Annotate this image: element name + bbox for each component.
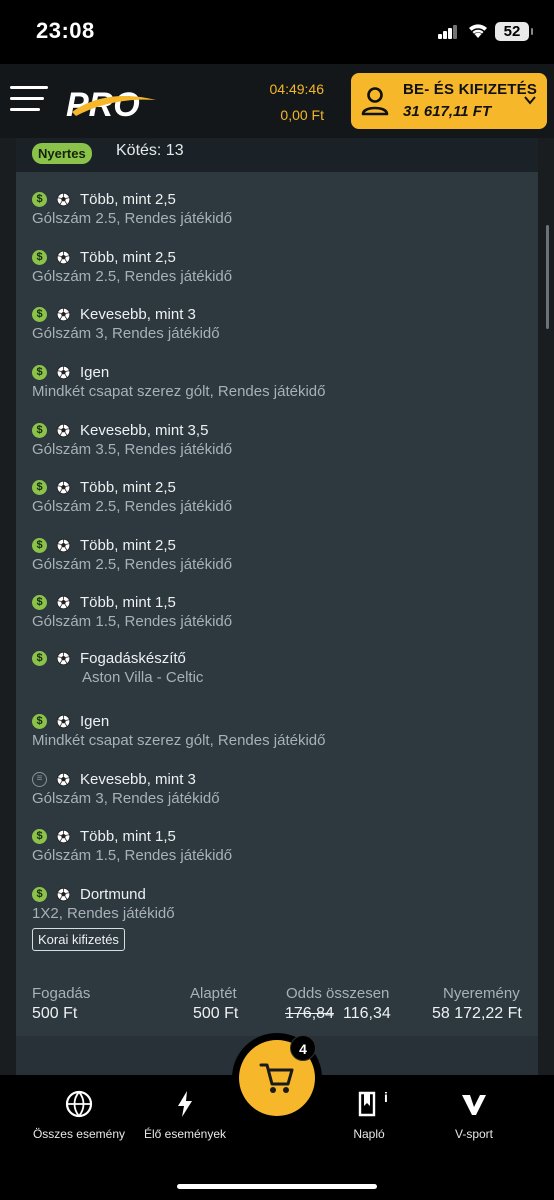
- cart-count-badge: 4: [290, 1035, 316, 1061]
- won-status-icon: $: [32, 887, 47, 902]
- bet-id: Kötés: 13: [116, 142, 184, 159]
- won-status-icon: $: [32, 365, 47, 380]
- selection-name: Kevesebb, mint 3: [80, 771, 196, 788]
- soccer-ball-icon: [56, 829, 71, 844]
- won-status-icon: $: [32, 423, 47, 438]
- soccer-ball-icon: [56, 250, 71, 265]
- won-status-icon: $: [32, 829, 47, 844]
- vsport-icon: [462, 1095, 486, 1115]
- battery-indicator: 52: [495, 22, 533, 41]
- chevron-down-icon: [524, 96, 536, 105]
- won-status-icon: $: [32, 307, 47, 322]
- selection-name: Kevesebb, mint 3: [80, 306, 196, 323]
- soccer-ball-icon: [56, 772, 71, 787]
- soccer-ball-icon: [56, 423, 71, 438]
- home-indicator[interactable]: [177, 1184, 377, 1189]
- lightning-icon: [178, 1091, 192, 1117]
- selection-name: Több, mint 1,5: [80, 828, 176, 845]
- won-status-icon: $: [32, 480, 47, 495]
- cart-icon: [259, 1063, 294, 1093]
- nav-journal[interactable]: i Napló: [314, 1085, 424, 1145]
- selection-market: Gólszám 3, Rendes játékidő: [32, 325, 220, 342]
- won-status-icon: $: [32, 250, 47, 265]
- selection-name: Igen: [80, 713, 110, 730]
- soccer-ball-icon: [56, 595, 71, 610]
- won-status-icon: $: [32, 714, 47, 729]
- status-badge: Nyertes: [32, 143, 92, 164]
- nav-live-events[interactable]: Élő események: [130, 1085, 240, 1145]
- nav-vsport-label: V-sport: [454, 1127, 493, 1141]
- balance-value: 0,00 Ft: [280, 107, 324, 123]
- status-bar: 23:08 52: [0, 0, 554, 64]
- scrollbar[interactable]: [546, 225, 549, 329]
- deposit-label: BE- ÉS KIFIZETÉS: [403, 81, 538, 98]
- selection-market: Aston Villa - Celtic: [82, 669, 204, 686]
- winnings-label: Nyeremény: [443, 985, 520, 1002]
- sports-ball-icon: [65, 1090, 93, 1118]
- base-stake-label: Alaptét: [190, 985, 237, 1002]
- selection-market: Gólszám 2.5, Rendes játékidő: [32, 498, 233, 515]
- selection-market: Gólszám 3.5, Rendes játékidő: [32, 441, 233, 458]
- nav-journal-label: Napló: [353, 1127, 385, 1141]
- selection-market: Mindkét csapat szerez gólt, Rendes játék…: [32, 732, 326, 749]
- soccer-ball-icon: [56, 365, 71, 380]
- bet-card: Nyertes Kötés: 13 $ Több, mint 2,5 Gólszám…: [16, 138, 538, 1078]
- selection-name: Kevesebb, mint 3,5: [80, 422, 209, 439]
- cashout-button[interactable]: Korai kifizetés: [32, 928, 125, 951]
- won-status-icon: $: [32, 192, 47, 207]
- winnings-value: 58 172,22 Ft: [432, 1005, 522, 1022]
- selection-market: Gólszám 2.5, Rendes játékidő: [32, 556, 233, 573]
- soccer-ball-icon: [56, 887, 71, 902]
- won-status-icon: $: [32, 595, 47, 610]
- selection-name: Több, mint 2,5: [80, 479, 176, 496]
- nav-vsport[interactable]: V-sport: [419, 1085, 529, 1145]
- total-odds-label: Odds összesen: [286, 985, 390, 1002]
- selection-market: 1X2, Rendes játékidő: [32, 905, 175, 922]
- selection-name: Több, mint 2,5: [80, 191, 176, 208]
- stake-value: 500 Ft: [32, 1005, 78, 1022]
- selection-name: Több, mint 2,5: [80, 537, 176, 554]
- selection-market: Mindkét csapat szerez gólt, Rendes játék…: [32, 383, 326, 400]
- session-timer: 04:49:46: [269, 81, 325, 97]
- selection-name: Dortmund: [80, 886, 146, 903]
- selection-market: Gólszám 3, Rendes játékidő: [32, 790, 220, 807]
- soccer-ball-icon: [56, 192, 71, 207]
- deposit-amount: 31 617,11 FT: [403, 103, 492, 120]
- stake-label: Fogadás: [32, 985, 91, 1002]
- soccer-ball-icon: [56, 714, 71, 729]
- selection-market: Gólszám 2.5, Rendes játékidő: [32, 210, 233, 227]
- selection-name: Több, mint 1,5: [80, 594, 176, 611]
- selection-name: Igen: [80, 364, 110, 381]
- wifi-icon: [469, 24, 487, 38]
- nav-all-events[interactable]: Összes esemény: [24, 1085, 134, 1145]
- selection-market: Gólszám 1.5, Rendes játékidő: [32, 613, 233, 630]
- menu-icon[interactable]: [10, 86, 48, 112]
- status-time: 23:08: [36, 18, 95, 43]
- nav-live-events-label: Élő események: [143, 1127, 227, 1141]
- won-status-icon: $: [32, 651, 47, 666]
- nav-all-events-label: Összes esemény: [32, 1127, 126, 1141]
- soccer-ball-icon: [56, 480, 71, 495]
- selection-name: Több, mint 2,5: [80, 249, 176, 266]
- selection-market: Gólszám 1.5, Rendes játékidő: [32, 847, 233, 864]
- app-header: PRO 04:49:46 0,00 Ft BE- ÉS KIFIZETÉS 31…: [0, 64, 554, 138]
- pro-logo[interactable]: PRO: [64, 78, 158, 122]
- won-status-icon: $: [32, 538, 47, 553]
- soccer-ball-icon: [56, 307, 71, 322]
- selection-name: Fogadáskészítő: [80, 650, 186, 667]
- soccer-ball-icon: [56, 538, 71, 553]
- selection-market: Gólszám 2.5, Rendes játékidő: [32, 268, 233, 285]
- deposit-button[interactable]: BE- ÉS KIFIZETÉS 31 617,11 FT: [351, 73, 547, 129]
- journal-icon: [358, 1091, 376, 1117]
- bet-card-header: Nyertes Kötés: 13: [16, 138, 538, 172]
- signal-icon: [438, 25, 458, 39]
- bet-summary: Fogadás 500 Ft Alaptét 500 Ft Odds össze…: [16, 980, 538, 1038]
- pending-status-icon: ≡: [32, 772, 47, 787]
- base-stake-value: 500 Ft: [193, 1005, 239, 1022]
- user-icon: [361, 87, 389, 116]
- journal-badge: i: [384, 1089, 388, 1105]
- soccer-ball-icon: [56, 651, 71, 666]
- total-odds-old: 176,84: [285, 1005, 334, 1022]
- total-odds-new: 116,34: [343, 1005, 391, 1022]
